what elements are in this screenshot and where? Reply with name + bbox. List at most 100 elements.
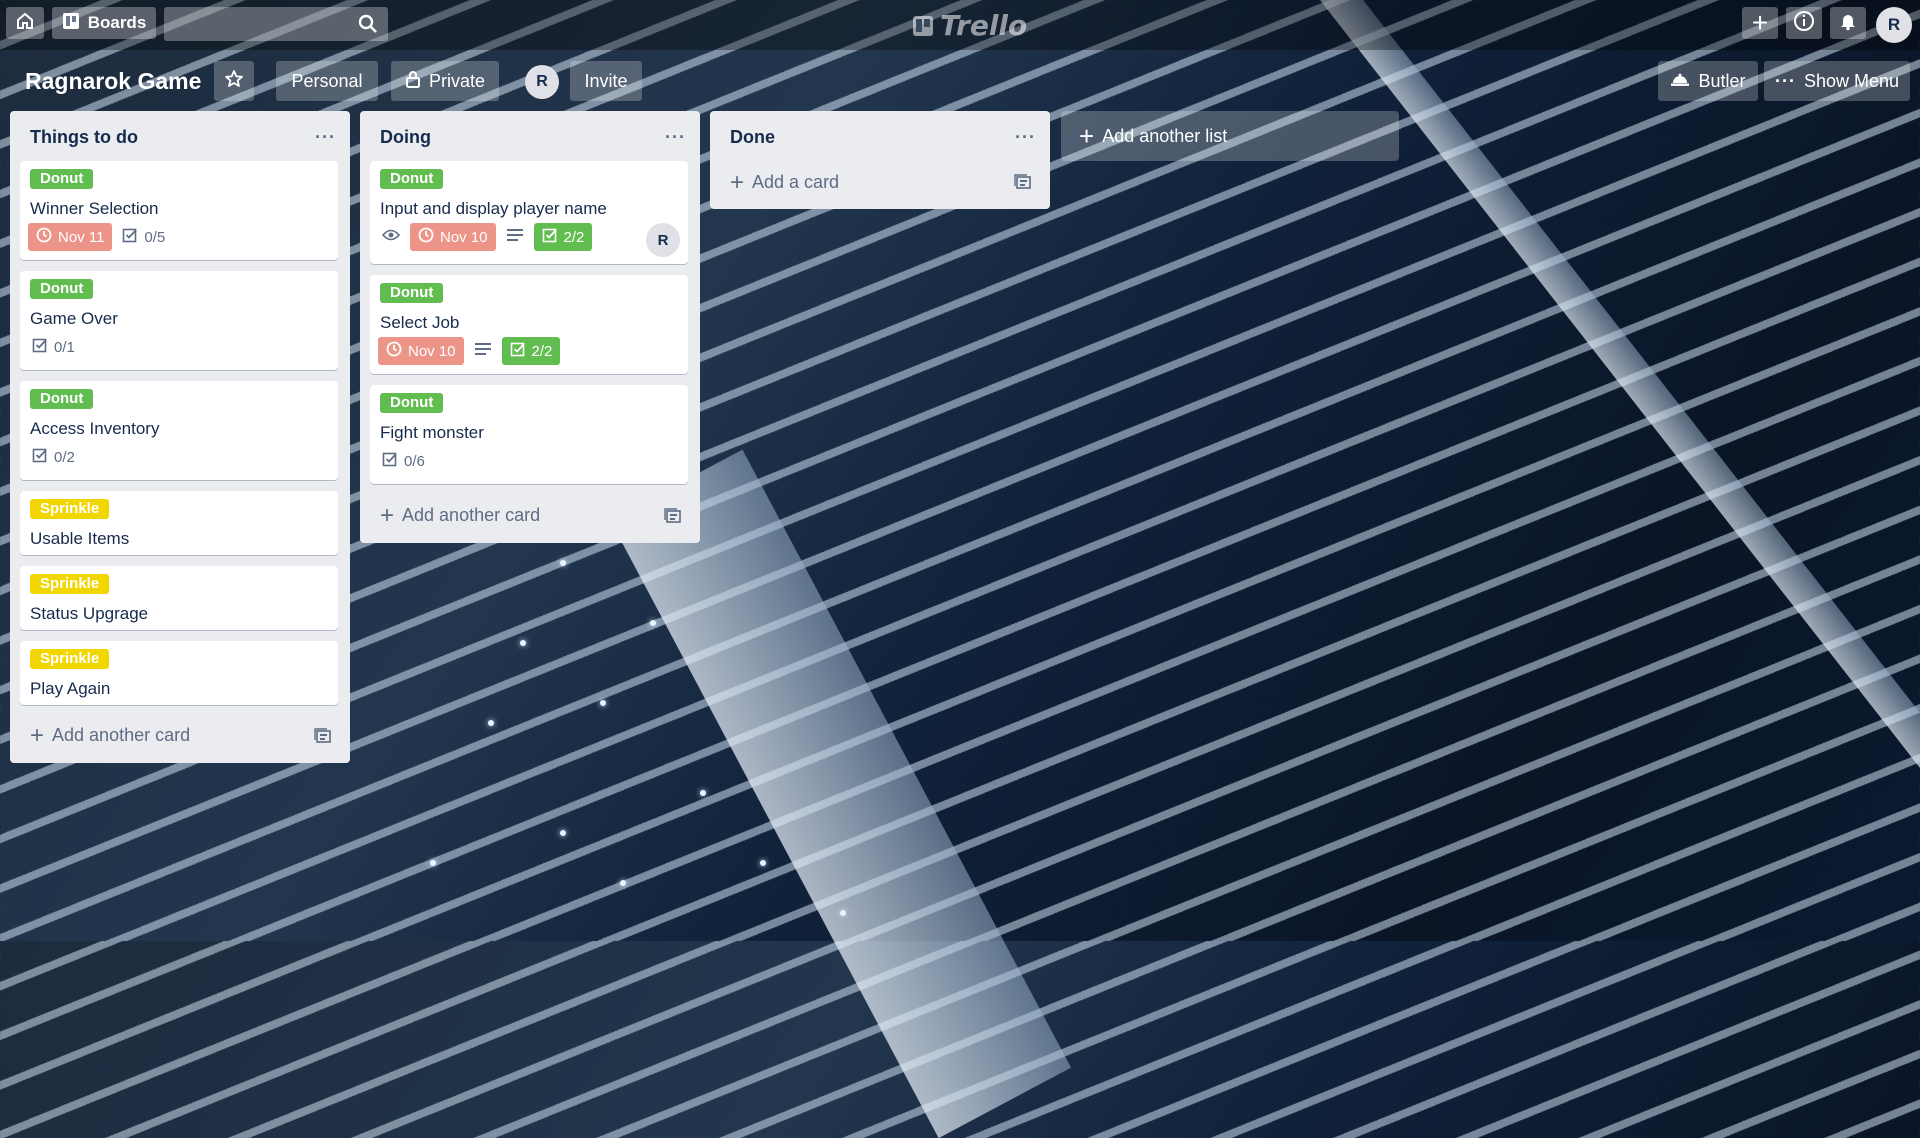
list-title[interactable]: Done xyxy=(730,127,775,148)
card[interactable]: Sprinkle Play Again xyxy=(20,641,338,705)
list-doing: Doing ··· Donut Input and display player… xyxy=(360,111,700,543)
list-header: Things to do ··· xyxy=(10,111,350,161)
add-card-button[interactable]: + Add another card xyxy=(30,721,191,749)
card[interactable]: Sprinkle Usable Items xyxy=(20,491,338,555)
boards-label: Boards xyxy=(87,13,147,32)
list-menu-icon[interactable]: ··· xyxy=(315,127,336,148)
invite-label: Invite xyxy=(584,70,628,91)
account-avatar[interactable]: R xyxy=(1876,7,1912,43)
background-light xyxy=(560,560,566,566)
butler-button[interactable]: Butler xyxy=(1658,61,1758,101)
card-template-icon[interactable] xyxy=(314,728,332,749)
card[interactable]: Donut Game Over 0/1 xyxy=(20,271,338,370)
home-button[interactable] xyxy=(6,7,44,39)
add-card-button[interactable]: + Add another card xyxy=(380,501,541,529)
butler-label: Butler xyxy=(1698,70,1746,91)
card-title: Status Upgrage xyxy=(30,604,149,623)
checklist-text: 0/6 xyxy=(404,452,425,470)
background-light xyxy=(700,790,706,796)
checklist-badge: 2/2 xyxy=(501,337,561,365)
card-title: Winner Selection xyxy=(30,199,159,218)
star-icon xyxy=(224,69,244,94)
board-member-avatar[interactable]: R xyxy=(525,65,559,99)
card-title: Access Inventory xyxy=(30,419,160,438)
board-title[interactable]: Ragnarok Game xyxy=(25,68,201,95)
list-title[interactable]: Things to do xyxy=(30,127,138,148)
card-title: Game Over xyxy=(30,309,118,328)
trello-logo[interactable]: Trello xyxy=(912,9,1027,42)
card[interactable]: Donut Winner Selection Nov 11 0/5 xyxy=(20,161,338,260)
card-badges: 0/6 xyxy=(382,447,425,475)
visibility-button[interactable]: Private xyxy=(391,61,499,101)
add-card-label: Add another card xyxy=(52,725,191,745)
card-label: Donut xyxy=(380,393,444,413)
due-date-badge[interactable]: Nov 10 xyxy=(378,337,464,365)
card-title: Select Job xyxy=(380,313,460,332)
card[interactable]: Donut Select Job Nov 10 2/2 xyxy=(370,275,688,374)
checkbox-icon xyxy=(542,227,558,247)
description-icon xyxy=(474,342,492,361)
team-button[interactable]: Personal xyxy=(276,61,378,101)
checkbox-icon xyxy=(382,451,398,471)
card-template-icon[interactable] xyxy=(664,508,682,529)
add-card-label: Add a card xyxy=(752,172,840,192)
list-menu-icon[interactable]: ··· xyxy=(1015,127,1036,148)
card-title: Input and display player name xyxy=(380,199,607,218)
checkbox-icon xyxy=(510,341,526,361)
card-badges: Nov 10 2/2 xyxy=(378,337,561,365)
show-menu-label: Show Menu xyxy=(1803,70,1900,91)
logo-text: Trello xyxy=(940,9,1028,42)
list-title[interactable]: Doing xyxy=(380,127,431,148)
card[interactable]: Donut Access Inventory 0/2 xyxy=(20,381,338,480)
invite-button[interactable]: Invite xyxy=(570,61,642,101)
plus-icon: + xyxy=(1079,121,1095,151)
star-board-button[interactable] xyxy=(214,61,254,101)
background-light xyxy=(600,700,606,706)
add-list-button[interactable]: + Add another list xyxy=(1061,111,1399,161)
add-card-label: Add another card xyxy=(402,505,541,525)
list-things-to-do: Things to do ··· Donut Winner Selection … xyxy=(10,111,350,763)
information-button[interactable] xyxy=(1786,7,1822,39)
due-date-text: Nov 11 xyxy=(58,228,105,246)
card-label: Donut xyxy=(380,283,444,303)
notifications-button[interactable] xyxy=(1830,7,1866,39)
card-member-avatar[interactable]: R xyxy=(646,223,680,257)
bell-icon xyxy=(1838,11,1858,36)
due-date-text: Nov 10 xyxy=(408,342,456,360)
search-icon xyxy=(358,14,378,39)
watching-icon xyxy=(381,228,401,247)
background-light xyxy=(620,880,626,886)
background-light xyxy=(760,860,766,866)
card-title: Fight monster xyxy=(380,423,484,442)
add-card-button[interactable]: + Add a card xyxy=(730,170,840,194)
card[interactable]: Donut Input and display player name Nov … xyxy=(370,161,688,264)
card-badges: Nov 11 0/5 xyxy=(28,223,165,251)
card-title: Play Again xyxy=(30,679,111,698)
search-input[interactable] xyxy=(164,7,388,41)
card-label: Sprinkle xyxy=(30,499,110,519)
boards-button[interactable]: Boards xyxy=(52,7,156,39)
create-button[interactable]: + xyxy=(1742,7,1778,39)
card-label: Donut xyxy=(30,169,94,189)
card-title: Usable Items xyxy=(30,529,130,548)
due-date-badge[interactable]: Nov 10 xyxy=(410,223,496,251)
checklist-text: 2/2 xyxy=(563,228,585,246)
card-label: Donut xyxy=(30,279,94,299)
list-menu-icon[interactable]: ··· xyxy=(665,127,686,148)
show-menu-button[interactable]: ··· Show Menu xyxy=(1764,61,1910,101)
trello-logo-icon xyxy=(913,15,933,36)
add-list-label: Add another list xyxy=(1102,125,1228,146)
checklist-text: 0/5 xyxy=(144,228,166,246)
plus-icon: + xyxy=(380,501,395,529)
background-light xyxy=(488,720,494,726)
card-template-icon[interactable] xyxy=(1014,174,1032,195)
due-date-badge[interactable]: Nov 11 xyxy=(28,223,113,251)
lock-icon xyxy=(405,70,421,93)
card[interactable]: Sprinkle Status Upgrage xyxy=(20,566,338,630)
card[interactable]: Donut Fight monster 0/6 xyxy=(370,385,688,484)
card-badges: 0/1 xyxy=(32,333,75,361)
home-icon xyxy=(15,11,35,36)
due-date-text: Nov 10 xyxy=(440,228,488,246)
plus-icon: + xyxy=(30,721,45,749)
background-light xyxy=(650,620,656,626)
